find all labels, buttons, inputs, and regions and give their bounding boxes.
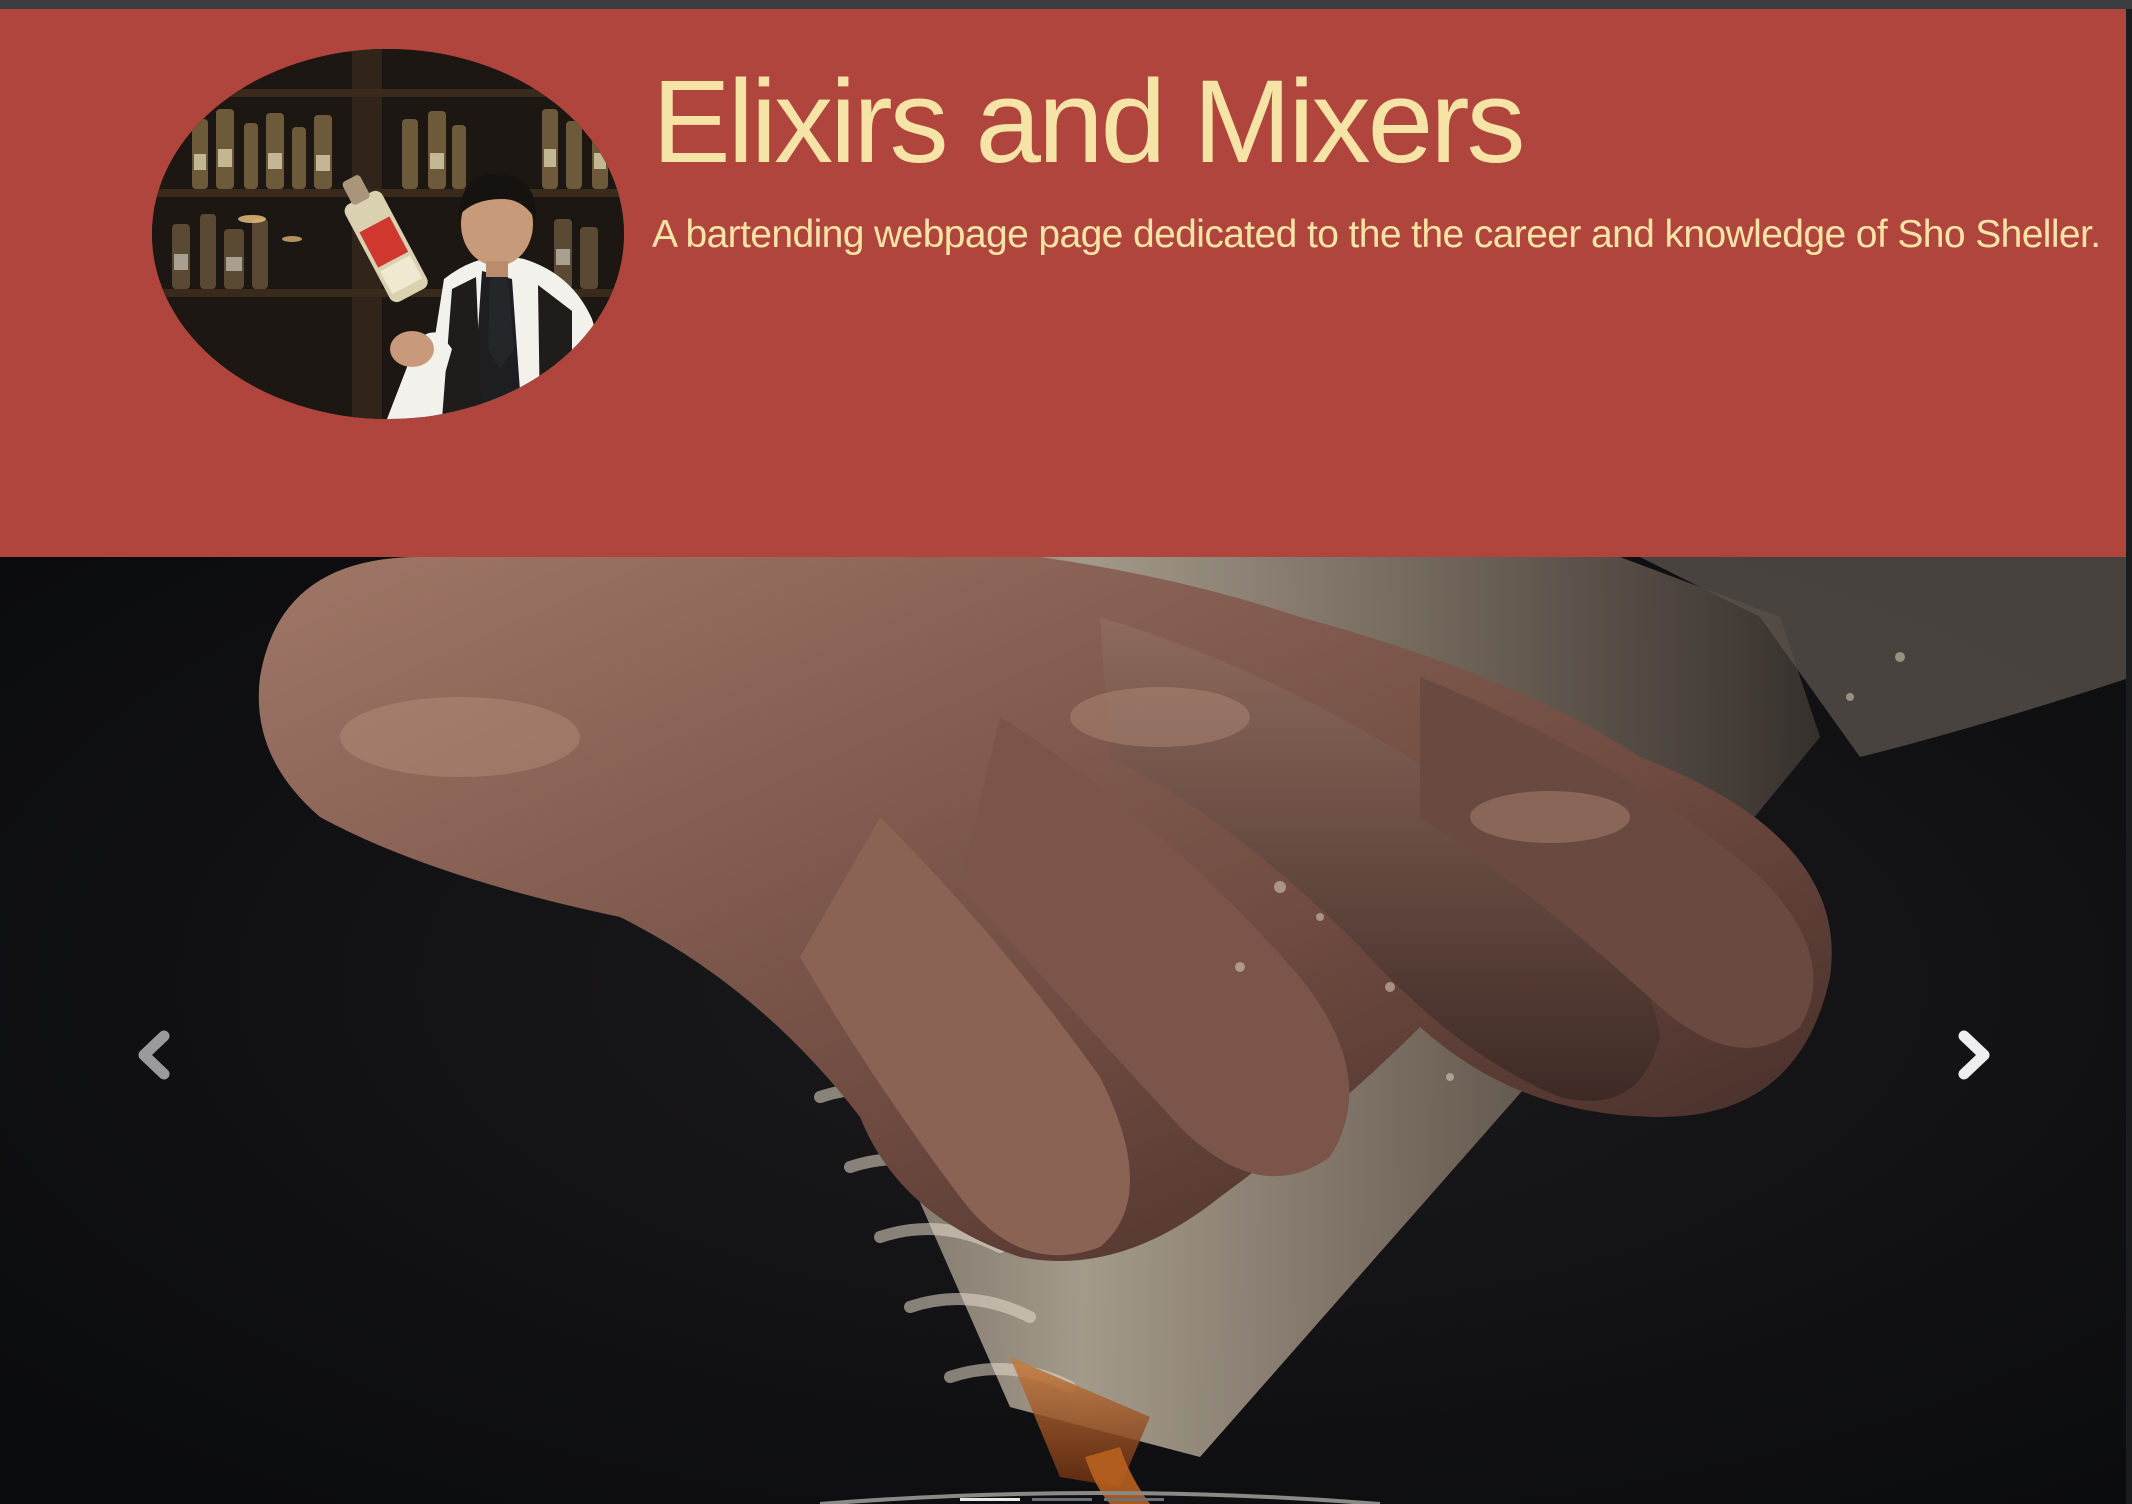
site-tagline: A bartending webpage page dedicated to t… <box>652 213 2101 256</box>
pouring-drink-photo <box>0 557 2132 1504</box>
carousel-indicator-3[interactable] <box>1104 1498 1164 1501</box>
window-top-strip <box>0 0 2132 9</box>
chevron-right-icon <box>1942 1020 2002 1090</box>
image-carousel <box>0 557 2132 1504</box>
carousel-next-button[interactable] <box>1942 1020 2002 1090</box>
site-header: Elixirs and Mixers A bartending webpage … <box>0 9 2132 557</box>
carousel-prev-button[interactable] <box>126 1020 186 1090</box>
window-right-edge <box>2126 9 2132 1504</box>
chevron-left-icon <box>126 1020 186 1090</box>
carousel-indicators <box>0 1496 2132 1504</box>
carousel-indicator-1[interactable] <box>960 1498 1020 1501</box>
site-title: Elixirs and Mixers <box>652 56 1526 188</box>
carousel-indicator-2[interactable] <box>1032 1498 1092 1501</box>
bartender-photo <box>152 49 624 419</box>
